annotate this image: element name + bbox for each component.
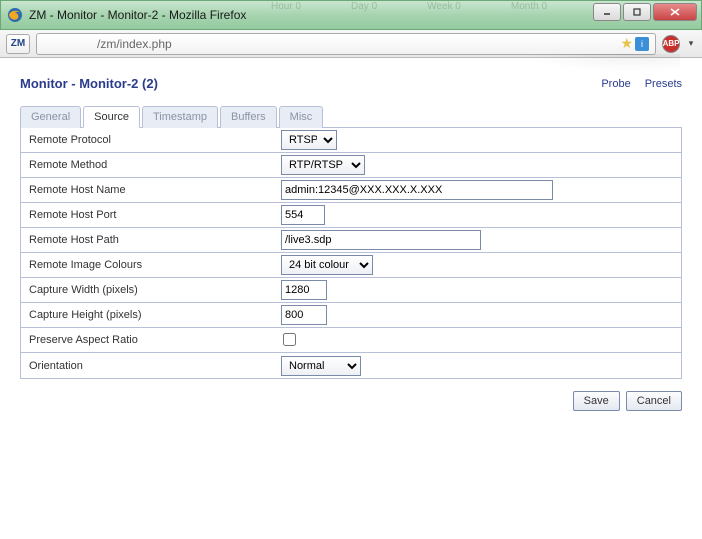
label-remote-host: Remote Host Name [21, 180, 277, 200]
faded-background-text: Hour 0 Day 0 Week 0 Month 0 [271, 1, 547, 13]
firefox-icon [7, 7, 23, 23]
tab-timestamp[interactable]: Timestamp [142, 106, 218, 128]
window-title: ZM - Monitor - Monitor-2 - Mozilla Firef… [29, 8, 246, 22]
label-remote-path: Remote Host Path [21, 230, 277, 250]
site-identity-icon[interactable]: ZM [6, 34, 30, 54]
window-titlebar: ZM - Monitor - Monitor-2 - Mozilla Firef… [0, 0, 702, 30]
tab-buffers[interactable]: Buffers [220, 106, 277, 128]
label-orientation: Orientation [21, 356, 277, 376]
cancel-button[interactable]: Cancel [626, 391, 682, 411]
select-image-colours[interactable]: 24 bit colour [281, 255, 373, 275]
select-orientation[interactable]: Normal [281, 356, 361, 376]
checkbox-preserve-aspect[interactable] [283, 333, 296, 346]
row-remote-method: Remote Method RTP/RTSP [21, 153, 681, 178]
input-capture-height[interactable] [281, 305, 327, 325]
row-capture-height: Capture Height (pixels) [21, 303, 681, 328]
label-remote-port: Remote Host Port [21, 205, 277, 225]
row-remote-host: Remote Host Name [21, 178, 681, 203]
label-capture-height: Capture Height (pixels) [21, 305, 277, 325]
tab-misc[interactable]: Misc [279, 106, 324, 128]
page-content: Monitor - Monitor-2 (2) Probe Presets Ge… [0, 58, 702, 539]
row-orientation: Orientation Normal [21, 353, 681, 378]
faded-hour: Hour 0 [271, 1, 301, 13]
source-form: Remote Protocol RTSP Remote Method RTP/R… [20, 128, 682, 379]
row-preserve-aspect: Preserve Aspect Ratio [21, 328, 681, 353]
save-button[interactable]: Save [573, 391, 620, 411]
tab-strip: General Source Timestamp Buffers Misc [20, 105, 682, 128]
toolbar-menu-dropdown[interactable]: ▾ [686, 38, 696, 49]
header-actions: Probe Presets [601, 78, 682, 90]
presets-link[interactable]: Presets [645, 78, 682, 90]
row-image-colours: Remote Image Colours 24 bit colour [21, 253, 681, 278]
minimize-button[interactable] [593, 3, 621, 21]
faded-month: Month 0 [511, 1, 547, 13]
faded-day: Day 0 [351, 1, 377, 13]
input-capture-width[interactable] [281, 280, 327, 300]
adblock-icon[interactable]: ABP [662, 35, 680, 53]
url-right-icons: ★ i [620, 35, 649, 52]
input-remote-port[interactable] [281, 205, 325, 225]
faded-week: Week 0 [427, 1, 461, 13]
label-remote-protocol: Remote Protocol [21, 130, 277, 150]
probe-link[interactable]: Probe [601, 78, 630, 90]
select-remote-method[interactable]: RTP/RTSP [281, 155, 365, 175]
row-remote-protocol: Remote Protocol RTSP [21, 128, 681, 153]
row-remote-path: Remote Host Path [21, 228, 681, 253]
page-header: Monitor - Monitor-2 (2) Probe Presets [20, 76, 682, 91]
browser-toolbar: ZM /zm/index.php ★ i ABP ▾ [0, 30, 702, 58]
label-preserve-aspect: Preserve Aspect Ratio [21, 330, 277, 350]
input-remote-host[interactable] [281, 180, 553, 200]
tab-source[interactable]: Source [83, 106, 140, 128]
url-bar[interactable]: /zm/index.php ★ i [36, 33, 656, 55]
maximize-button[interactable] [623, 3, 651, 21]
select-remote-protocol[interactable]: RTSP [281, 130, 337, 150]
input-remote-path[interactable] [281, 230, 481, 250]
close-button[interactable] [653, 3, 697, 21]
window-controls [593, 3, 697, 21]
url-text: /zm/index.php [97, 37, 172, 51]
tab-general[interactable]: General [20, 106, 81, 128]
form-buttons: Save Cancel [20, 391, 682, 411]
bookmark-star-icon[interactable]: ★ [620, 35, 633, 52]
label-capture-width: Capture Width (pixels) [21, 280, 277, 300]
row-remote-port: Remote Host Port [21, 203, 681, 228]
info-badge-icon[interactable]: i [635, 37, 649, 51]
row-capture-width: Capture Width (pixels) [21, 278, 681, 303]
page-title: Monitor - Monitor-2 (2) [20, 76, 158, 91]
label-image-colours: Remote Image Colours [21, 255, 277, 275]
label-remote-method: Remote Method [21, 155, 277, 175]
